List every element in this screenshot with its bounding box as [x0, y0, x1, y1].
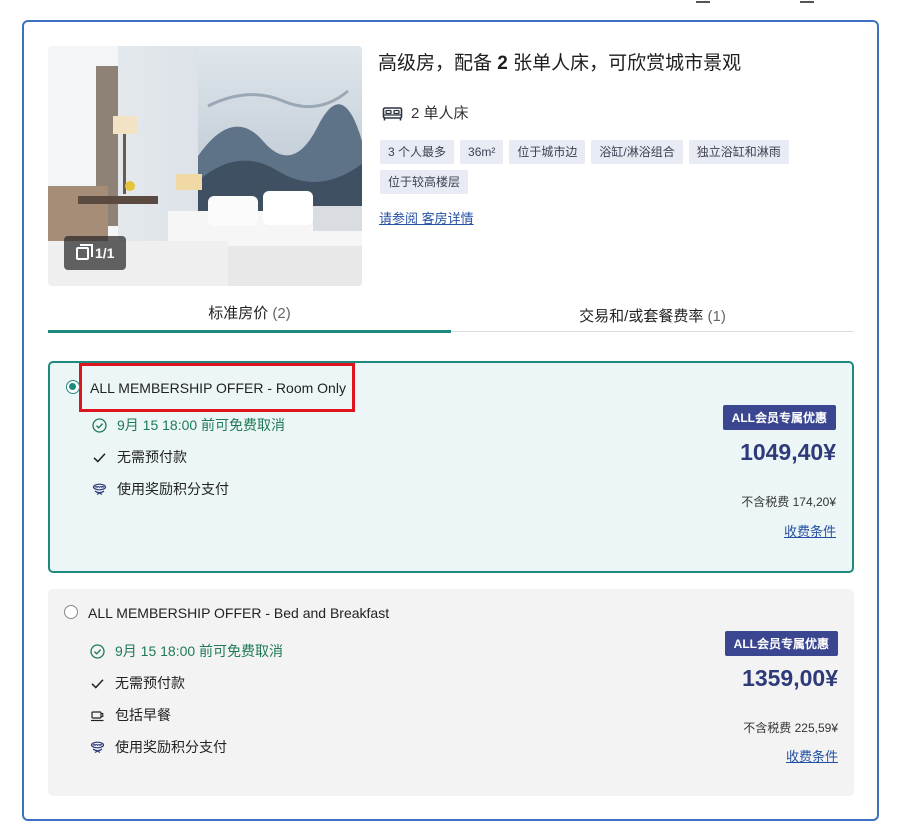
- rate-terms-link[interactable]: 收费条件: [786, 746, 838, 765]
- rate-tabs: 标准房价 (2) 交易和/或套餐费率 (1): [48, 300, 854, 333]
- no-prepayment: 无需预付款: [92, 447, 187, 467]
- photo-count-badge[interactable]: 1/1: [64, 236, 127, 270]
- pay-with-points: 使用奖励积分支付: [90, 737, 227, 757]
- free-cancellation: 9月 15 18:00 前可免费取消: [92, 415, 285, 435]
- gallery-icon: [76, 243, 93, 260]
- bed-text: 2 单人床: [411, 105, 469, 122]
- member-offer-badge: ALL会员专属优惠: [724, 631, 838, 656]
- rate-radio-room-only[interactable]: [66, 380, 80, 394]
- amenity-tag: 独立浴缸和淋雨: [688, 140, 789, 164]
- amenity-tag: 36m²: [460, 140, 504, 164]
- tab-standard-rates[interactable]: 标准房价 (2): [48, 300, 451, 333]
- tab-deals-packages[interactable]: 交易和/或套餐费率 (1): [451, 300, 854, 331]
- amenity-tag: 位于城市边: [509, 140, 586, 164]
- rate-terms-link[interactable]: 收费条件: [784, 521, 836, 540]
- check-icon: [93, 452, 106, 463]
- check-icon: [91, 678, 104, 689]
- top-edge-mark: [800, 0, 814, 3]
- reward-points-icon: [92, 483, 107, 495]
- rate-option-room-only[interactable]: ALL MEMBERSHIP OFFER - Room Only 9月 15 1…: [48, 361, 854, 573]
- member-offer-badge: ALL会员专属优惠: [722, 405, 836, 430]
- amenity-tag: 位于较高楼层: [380, 170, 469, 194]
- rate-price: 1049,40¥: [740, 439, 836, 465]
- amenity-tag: 浴缸/淋浴组合: [591, 140, 683, 164]
- rate-name: ALL MEMBERSHIP OFFER - Room Only: [90, 380, 346, 396]
- reward-points-icon: [90, 741, 105, 753]
- bed-info: 2 单人床: [382, 102, 469, 123]
- rate-radio-bed-breakfast[interactable]: [64, 605, 78, 619]
- rate-tax: 不含税费 174,20¥: [741, 495, 836, 509]
- check-circle-icon: [92, 417, 107, 433]
- bed-icon: [382, 107, 403, 121]
- room-title: 高级房，配备 2 张单人床，可欣赏城市景观: [378, 53, 742, 74]
- rate-price: 1359,00¥: [742, 665, 838, 691]
- coffee-cup-icon: [91, 710, 104, 721]
- amenity-tag: 3 个人最多: [380, 140, 455, 164]
- rate-name: ALL MEMBERSHIP OFFER - Bed and Breakfast: [88, 605, 390, 621]
- room-amenity-tags: 3 个人最多 36m² 位于城市边 浴缸/淋浴组合 独立浴缸和淋雨 位于较高楼层: [380, 140, 820, 194]
- room-details-link[interactable]: 请参阅 客房详情: [379, 208, 474, 227]
- rate-tax: 不含税费 225,59¥: [743, 721, 838, 735]
- rate-option-bed-breakfast[interactable]: ALL MEMBERSHIP OFFER - Bed and Breakfast…: [48, 589, 854, 796]
- room-photo[interactable]: 1/1: [48, 46, 362, 286]
- pay-with-points: 使用奖励积分支付: [92, 479, 229, 499]
- check-circle-icon: [90, 643, 105, 659]
- top-edge-mark: [696, 0, 710, 3]
- no-prepayment: 无需预付款: [90, 673, 185, 693]
- breakfast-included: 包括早餐: [90, 705, 171, 725]
- room-card: 1/1 高级房，配备 2 张单人床，可欣赏城市景观 2 单人床 3 个人最多 3…: [22, 20, 879, 821]
- photo-count-text: 1/1: [95, 245, 115, 261]
- free-cancellation: 9月 15 18:00 前可免费取消: [90, 641, 283, 661]
